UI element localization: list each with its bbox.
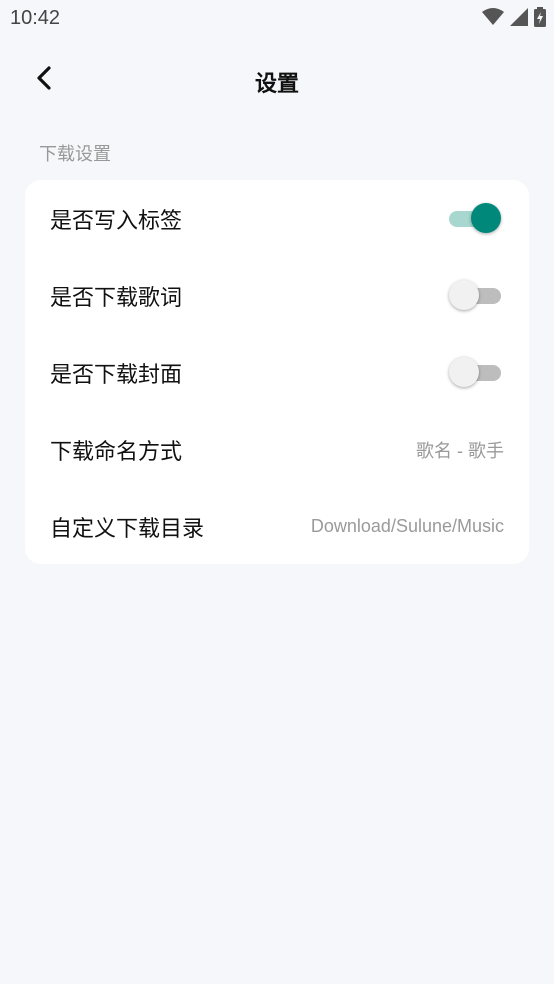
download-lyrics-toggle[interactable] <box>449 279 503 313</box>
toggle-thumb <box>471 202 501 233</box>
setting-label: 是否写入标签 <box>50 208 183 234</box>
page-title: 设置 <box>254 72 299 97</box>
app-bar: 设置 <box>0 52 554 110</box>
write-tags-toggle[interactable] <box>449 202 503 236</box>
setting-label: 下载命名方式 <box>50 439 183 465</box>
status-bar: 10:42 <box>0 0 554 38</box>
setting-row-custom-dir[interactable]: 自定义下载目录 Download/Sulune/Music <box>25 488 529 565</box>
setting-row-download-lyrics[interactable]: 是否下载歌词 <box>25 257 529 334</box>
status-icons <box>482 7 546 31</box>
signal-icon <box>510 8 528 30</box>
status-time: 10:42 <box>10 7 61 29</box>
toggle-thumb <box>449 279 479 310</box>
download-settings-card: 是否写入标签 是否下载歌词 是否下载封面 下载命名方式 歌名 - 歌手 自定义下… <box>25 180 529 564</box>
download-cover-toggle[interactable] <box>449 356 503 390</box>
setting-row-naming-format[interactable]: 下载命名方式 歌名 - 歌手 <box>25 411 529 488</box>
setting-value: 歌名 - 歌手 <box>416 440 504 461</box>
section-title: 下载设置 <box>39 144 111 165</box>
setting-row-download-cover[interactable]: 是否下载封面 <box>25 334 529 411</box>
setting-row-write-tags[interactable]: 是否写入标签 <box>25 180 529 257</box>
battery-icon <box>534 7 546 31</box>
setting-label: 是否下载封面 <box>50 362 183 388</box>
setting-value: Download/Sulune/Music <box>310 516 504 536</box>
setting-label: 是否下载歌词 <box>50 285 183 311</box>
setting-label: 自定义下载目录 <box>50 516 205 542</box>
wifi-icon <box>482 8 504 30</box>
toggle-thumb <box>449 356 479 387</box>
